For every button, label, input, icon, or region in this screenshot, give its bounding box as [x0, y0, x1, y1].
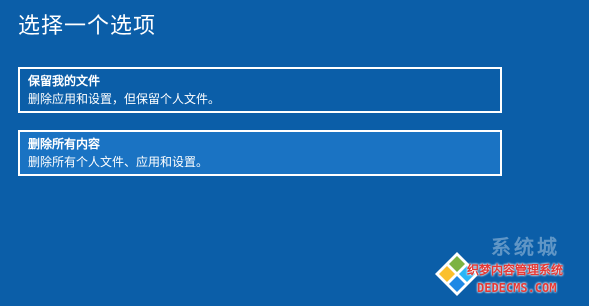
page-title: 选择一个选项 — [18, 14, 157, 39]
watermark: 系统城 织梦内容管理系统 DEDECMS.COM — [433, 236, 583, 302]
keep-my-files-option[interactable]: 保留我的文件 删除应用和设置，但保留个人文件。 — [18, 67, 502, 113]
watermark-chinese-text: 织梦内容管理系统 — [467, 263, 564, 277]
option-description: 删除应用和设置，但保留个人文件。 — [28, 92, 221, 106]
remove-everything-option[interactable]: 删除所有内容 删除所有个人文件、应用和设置。 — [18, 130, 502, 176]
watermark-brand: 系统城 — [491, 235, 560, 259]
option-title: 删除所有内容 — [28, 137, 101, 151]
option-description: 删除所有个人文件、应用和设置。 — [28, 155, 209, 169]
option-title: 保留我的文件 — [28, 74, 101, 88]
watermark-url: DEDECMS.COM — [477, 281, 557, 295]
